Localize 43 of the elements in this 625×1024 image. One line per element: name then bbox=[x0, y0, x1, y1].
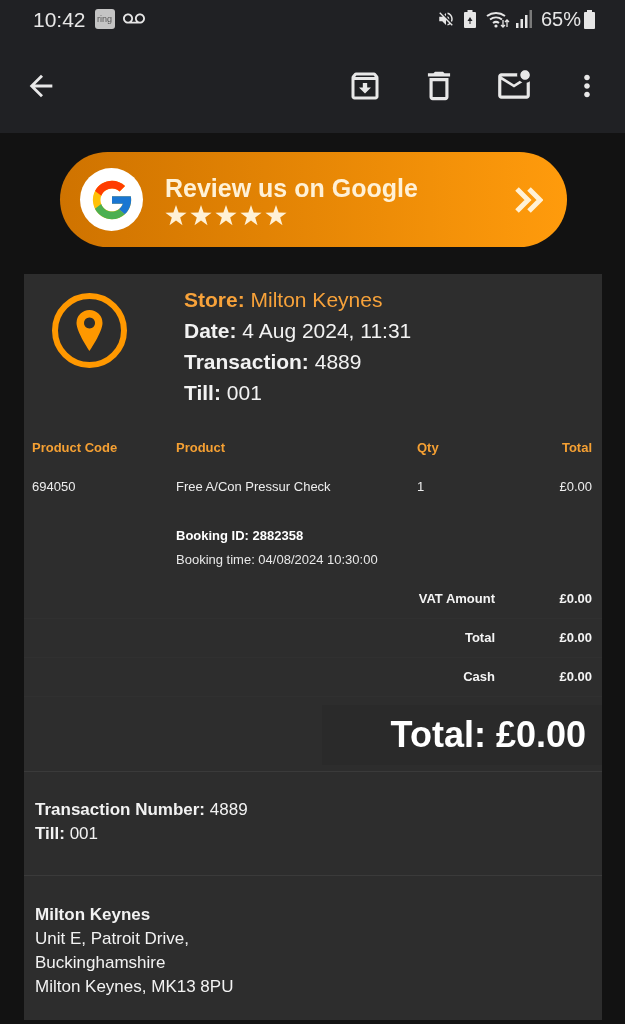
total-label: Cash bbox=[463, 668, 495, 687]
wifi-icon bbox=[485, 10, 510, 28]
star-icon bbox=[240, 205, 262, 226]
muted-speaker-icon bbox=[436, 10, 455, 28]
star-icon bbox=[190, 205, 212, 226]
transaction-info-line: Till: 001 bbox=[35, 823, 99, 845]
booking-id: Booking ID: 2882358 bbox=[176, 527, 305, 545]
battery-icon bbox=[584, 9, 595, 29]
app-notification-badge: ring bbox=[94, 9, 115, 29]
total-value: £0.00 bbox=[558, 668, 592, 687]
address-line: Buckinghamshire bbox=[35, 952, 167, 974]
total-value: £0.00 bbox=[558, 629, 592, 648]
battery-percentage: 65% bbox=[540, 9, 581, 29]
star-icon bbox=[215, 205, 237, 226]
banner-title: Review us on Google bbox=[165, 173, 419, 203]
star-icon bbox=[165, 205, 187, 226]
total-value: £0.00 bbox=[558, 590, 592, 609]
detail-line: Date: 4 Aug 2024, 11:31 bbox=[184, 318, 412, 344]
signal-icon bbox=[515, 10, 532, 28]
table-cell-text: £0.00 bbox=[559, 478, 592, 497]
address-line: Milton Keynes, MK13 8PU bbox=[35, 976, 235, 998]
address-line: Unit E, Patroit Drive, bbox=[35, 928, 190, 950]
battery-recycle-icon bbox=[463, 10, 476, 28]
column-header: Product bbox=[176, 439, 227, 458]
detail-line: Till: 001 bbox=[184, 380, 263, 406]
review-banner[interactable]: Review us on Google bbox=[60, 152, 567, 247]
total-label: VAT Amount bbox=[418, 590, 495, 609]
star-icon bbox=[265, 205, 287, 226]
table-cell-text: Free A/Con Pressur Check bbox=[176, 478, 332, 497]
column-header: Total bbox=[561, 439, 592, 458]
table-cell-text: 1 bbox=[417, 478, 426, 497]
booking-time: Booking time: 04/08/2024 10:30:00 bbox=[176, 551, 379, 569]
column-header: Qty bbox=[417, 439, 440, 458]
store-name: Milton Keynes bbox=[35, 904, 152, 926]
transaction-info-line: Transaction Number: 4889 bbox=[35, 799, 249, 821]
store-line: Store: Milton Keynes bbox=[184, 287, 384, 313]
column-header: Product Code bbox=[32, 439, 119, 458]
detail-line: Transaction: 4889 bbox=[184, 349, 363, 375]
total-label: Total bbox=[464, 629, 495, 648]
double-chevron-icon bbox=[515, 186, 543, 213]
location-pin-icon bbox=[52, 293, 127, 368]
status-time: 10:42 bbox=[33, 8, 86, 30]
table-cell-text: 694050 bbox=[32, 478, 77, 497]
